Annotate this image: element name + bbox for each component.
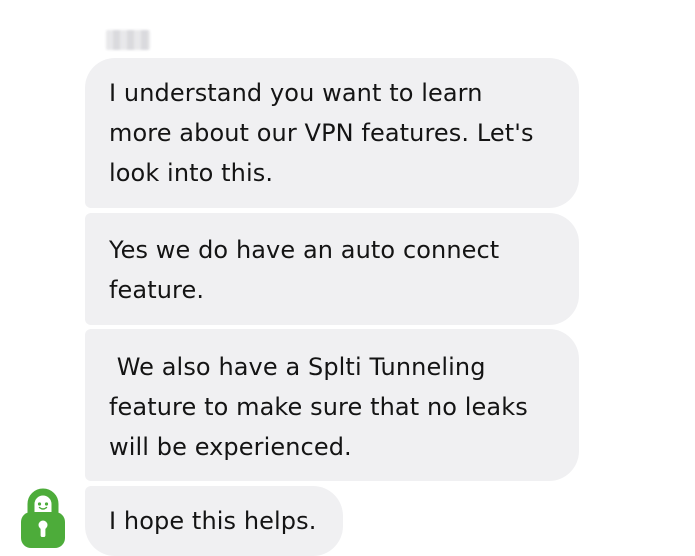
padlock-avatar-icon[interactable] xyxy=(18,488,68,550)
message-bubble[interactable]: We also have a Splti Tunneling feature t… xyxy=(85,329,579,481)
message-bubble[interactable]: Yes we do have an auto connect feature. xyxy=(85,213,579,325)
message-bubble[interactable]: I understand you want to learn more abou… xyxy=(85,58,579,208)
sender-name-blurred xyxy=(106,30,150,50)
message-bubble[interactable]: I hope this helps. xyxy=(85,486,343,556)
